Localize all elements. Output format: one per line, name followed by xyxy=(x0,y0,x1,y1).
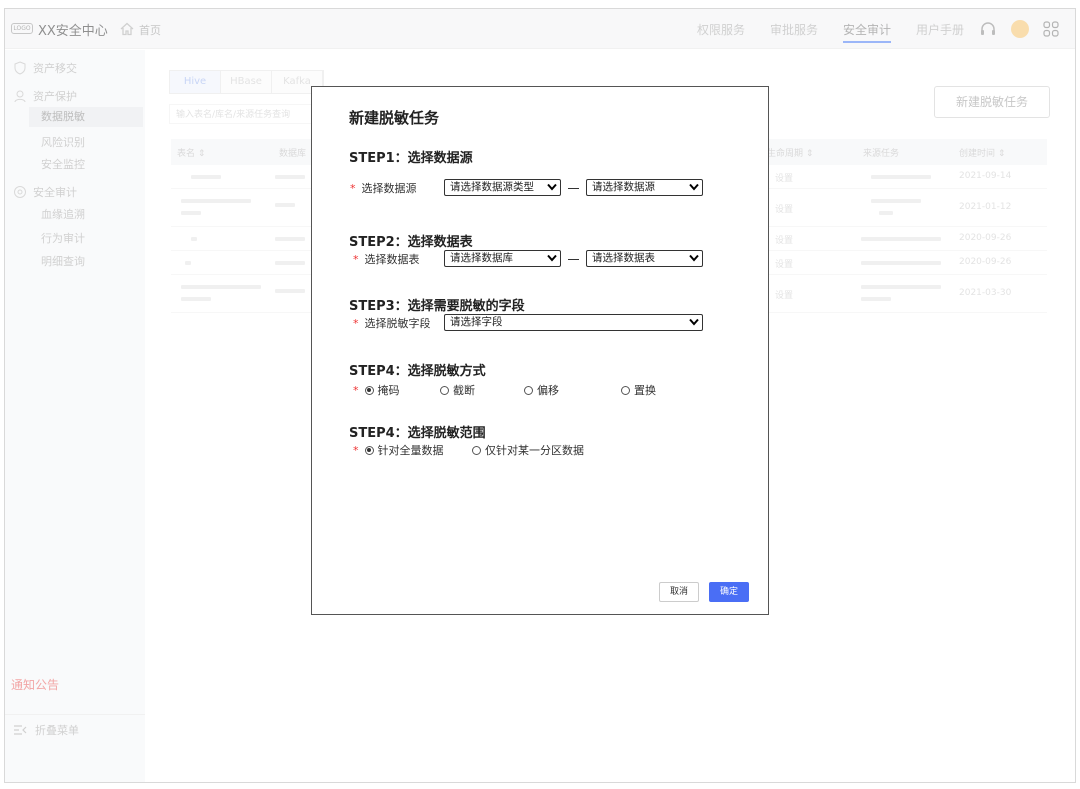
radio-mask[interactable]: * 掩码 xyxy=(353,382,400,398)
radio-partition-data[interactable]: 仅针对某一分区数据 xyxy=(472,442,584,458)
radio-label: 截断 xyxy=(453,384,475,397)
datasource-select[interactable]: 请选择数据源 xyxy=(586,179,703,196)
field-select[interactable]: 请选择字段 xyxy=(444,314,703,331)
step1-label: * 选择数据源 xyxy=(350,180,417,196)
radio-permute[interactable]: 置换 xyxy=(621,382,656,398)
chevron-down-icon xyxy=(547,183,557,191)
radio-dot xyxy=(472,445,481,455)
radio-dot xyxy=(621,385,630,395)
radio-full-data[interactable]: * 针对全量数据 xyxy=(353,442,444,458)
required-mark: * xyxy=(350,182,356,195)
step5-title: STEP4：选择脱敏范围 xyxy=(349,426,486,441)
field-label: 选择数据表 xyxy=(364,253,420,266)
required-mark: * xyxy=(353,383,359,397)
field-label: 选择脱敏字段 xyxy=(364,317,431,330)
step2-title: STEP2：选择数据表 xyxy=(349,235,473,250)
radio-dot xyxy=(440,385,449,395)
radio-label: 仅针对某一分区数据 xyxy=(485,444,584,457)
required-mark: * xyxy=(353,317,359,330)
database-select[interactable]: 请选择数据库 xyxy=(444,250,561,267)
select-value: 请选择数据源类型 xyxy=(450,181,534,193)
chevron-down-icon xyxy=(689,318,699,326)
step3-title: STEP3：选择需要脱敏的字段 xyxy=(349,299,525,314)
select-value: 请选择数据源 xyxy=(592,181,655,193)
field-label: 选择数据源 xyxy=(361,182,417,195)
select-value: 请选择数据库 xyxy=(450,252,513,264)
step1-title: STEP1：选择数据源 xyxy=(349,151,473,166)
radio-label: 置换 xyxy=(634,384,656,397)
select-value: 请选择字段 xyxy=(450,316,503,328)
radio-truncate[interactable]: 截断 xyxy=(440,382,475,398)
datatable-select[interactable]: 请选择数据表 xyxy=(586,250,703,267)
confirm-button[interactable]: 确定 xyxy=(709,582,749,602)
new-masking-task-modal: 新建脱敏任务 STEP1：选择数据源 * 选择数据源 请选择数据源类型 请选择数据… xyxy=(311,86,769,615)
separator-dash xyxy=(568,188,579,189)
chevron-down-icon xyxy=(689,254,699,262)
chevron-down-icon xyxy=(547,254,557,262)
radio-label: 针对全量数据 xyxy=(377,444,444,457)
cancel-button[interactable]: 取消 xyxy=(659,582,699,602)
required-mark: * xyxy=(353,253,359,266)
app-window: LOGO XX安全中心 首页 权限服务 审批服务 安全审计 用户手册 资产移交 xyxy=(4,8,1076,783)
radio-dot xyxy=(524,385,533,395)
radio-label: 掩码 xyxy=(377,384,400,397)
chevron-down-icon xyxy=(689,183,699,191)
radio-dot xyxy=(364,445,374,455)
radio-label: 偏移 xyxy=(537,384,559,397)
required-mark: * xyxy=(353,443,359,457)
radio-offset[interactable]: 偏移 xyxy=(524,382,559,398)
modal-title: 新建脱敏任务 xyxy=(349,109,440,127)
step3-label: * 选择脱敏字段 xyxy=(353,315,431,331)
radio-dot xyxy=(364,385,374,395)
select-value: 请选择数据表 xyxy=(592,252,655,264)
datasource-type-select[interactable]: 请选择数据源类型 xyxy=(444,179,561,196)
separator-dash xyxy=(568,259,579,260)
step4-title: STEP4：选择脱敏方式 xyxy=(349,364,486,379)
step2-label: * 选择数据表 xyxy=(353,251,420,267)
